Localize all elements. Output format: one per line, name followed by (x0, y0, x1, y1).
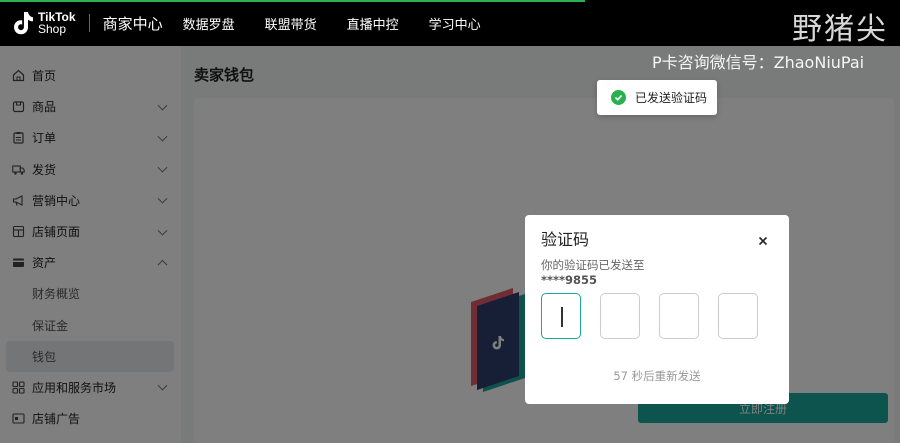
code-input-3[interactable] (659, 293, 699, 339)
nav-affiliate[interactable]: 联盟带货 (265, 14, 317, 33)
top-navbar: TikTok Shop 商家中心 数据罗盘 联盟带货 直播中控 学习中心 野猪尖 (0, 0, 900, 47)
accent-line (0, 0, 585, 2)
watermark: 野猪尖 (792, 12, 888, 47)
nav-data-compass[interactable]: 数据罗盘 (183, 14, 235, 33)
divider (88, 14, 90, 32)
top-nav: 数据罗盘 联盟带货 直播中控 学习中心 (183, 14, 511, 33)
close-icon[interactable] (757, 232, 769, 246)
nav-live-control[interactable]: 直播中控 (347, 14, 399, 33)
code-input-2[interactable] (600, 293, 640, 339)
toast-notification: 已发送验证码 (597, 80, 717, 115)
verification-code-modal: 验证码 你的验证码已发送至 ****9855 57 秒后重新发送 (525, 215, 789, 404)
code-input-1[interactable] (541, 293, 581, 339)
seller-center-title[interactable]: 商家中心 (103, 13, 163, 34)
watermark-contact: P卡咨询微信号：ZhaoNiuPai (652, 53, 865, 72)
code-input-4[interactable] (718, 293, 758, 339)
modal-description: 你的验证码已发送至 (541, 258, 645, 272)
modal-title: 验证码 (541, 230, 590, 249)
text-caret (561, 307, 563, 327)
resend-countdown: 57 秒后重新发送 (613, 369, 701, 383)
tiktok-logo-icon (11, 10, 35, 36)
check-circle-icon (611, 90, 626, 105)
masked-phone: ****9855 (541, 273, 598, 287)
tiktok-shop-logo[interactable]: TikTok Shop (11, 10, 76, 36)
nav-learning-center[interactable]: 学习中心 (429, 14, 481, 33)
code-input-group (541, 293, 777, 339)
toast-text: 已发送验证码 (635, 91, 708, 105)
logo-text-shop: Shop (38, 22, 67, 36)
